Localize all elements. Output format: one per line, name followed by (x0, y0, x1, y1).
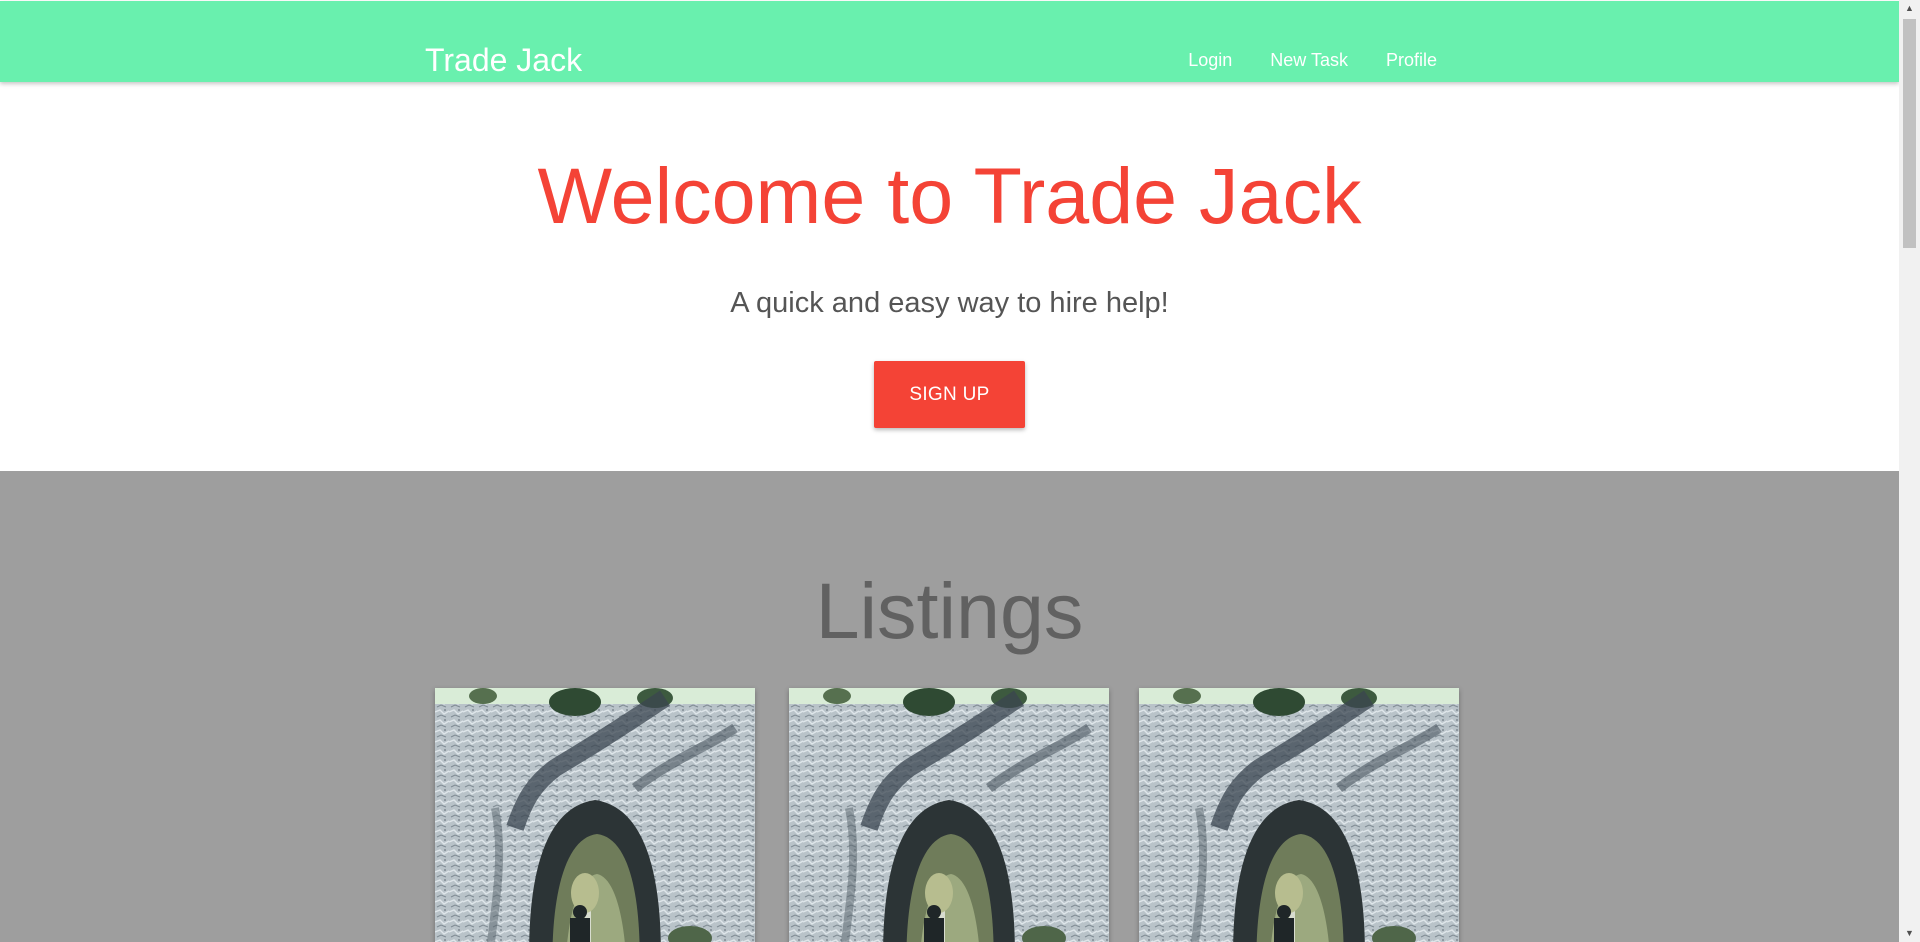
page-viewport: Trade Jack Login New Task Profile Welcom… (0, 0, 1899, 942)
nav-link-profile[interactable]: Profile (1367, 45, 1456, 75)
nav-link-login[interactable]: Login (1169, 45, 1251, 75)
rock-arch-photo (789, 688, 1109, 942)
triangle-up-icon[interactable]: ▲ (1899, 0, 1920, 17)
listings-title: Listings (815, 566, 1084, 655)
nav-link-new-task[interactable]: New Task (1251, 45, 1367, 75)
hero-section: Welcome to Trade Jack A quick and easy w… (0, 82, 1899, 471)
brand-logo-link[interactable]: Trade Jack (425, 40, 582, 80)
triangle-down-icon[interactable]: ▼ (1899, 925, 1920, 942)
nav-links: Login New Task Profile (1169, 45, 1456, 75)
rock-arch-photo (1139, 688, 1459, 942)
listings-section: Listings (0, 471, 1899, 942)
hero-title: Welcome to Trade Jack (537, 151, 1362, 240)
hero-subtitle: A quick and easy way to hire help! (730, 287, 1169, 319)
listing-card-3[interactable] (1139, 688, 1459, 942)
navbar: Trade Jack Login New Task Profile (0, 1, 1899, 82)
listing-card-1[interactable] (435, 688, 755, 942)
page-scrollbar[interactable]: ▲ ▼ (1899, 0, 1920, 942)
rock-arch-photo (435, 688, 755, 942)
listing-card-2[interactable] (789, 688, 1109, 942)
scrollbar-thumb[interactable] (1903, 19, 1916, 248)
sign-up-button[interactable]: SIGN UP (874, 361, 1025, 428)
